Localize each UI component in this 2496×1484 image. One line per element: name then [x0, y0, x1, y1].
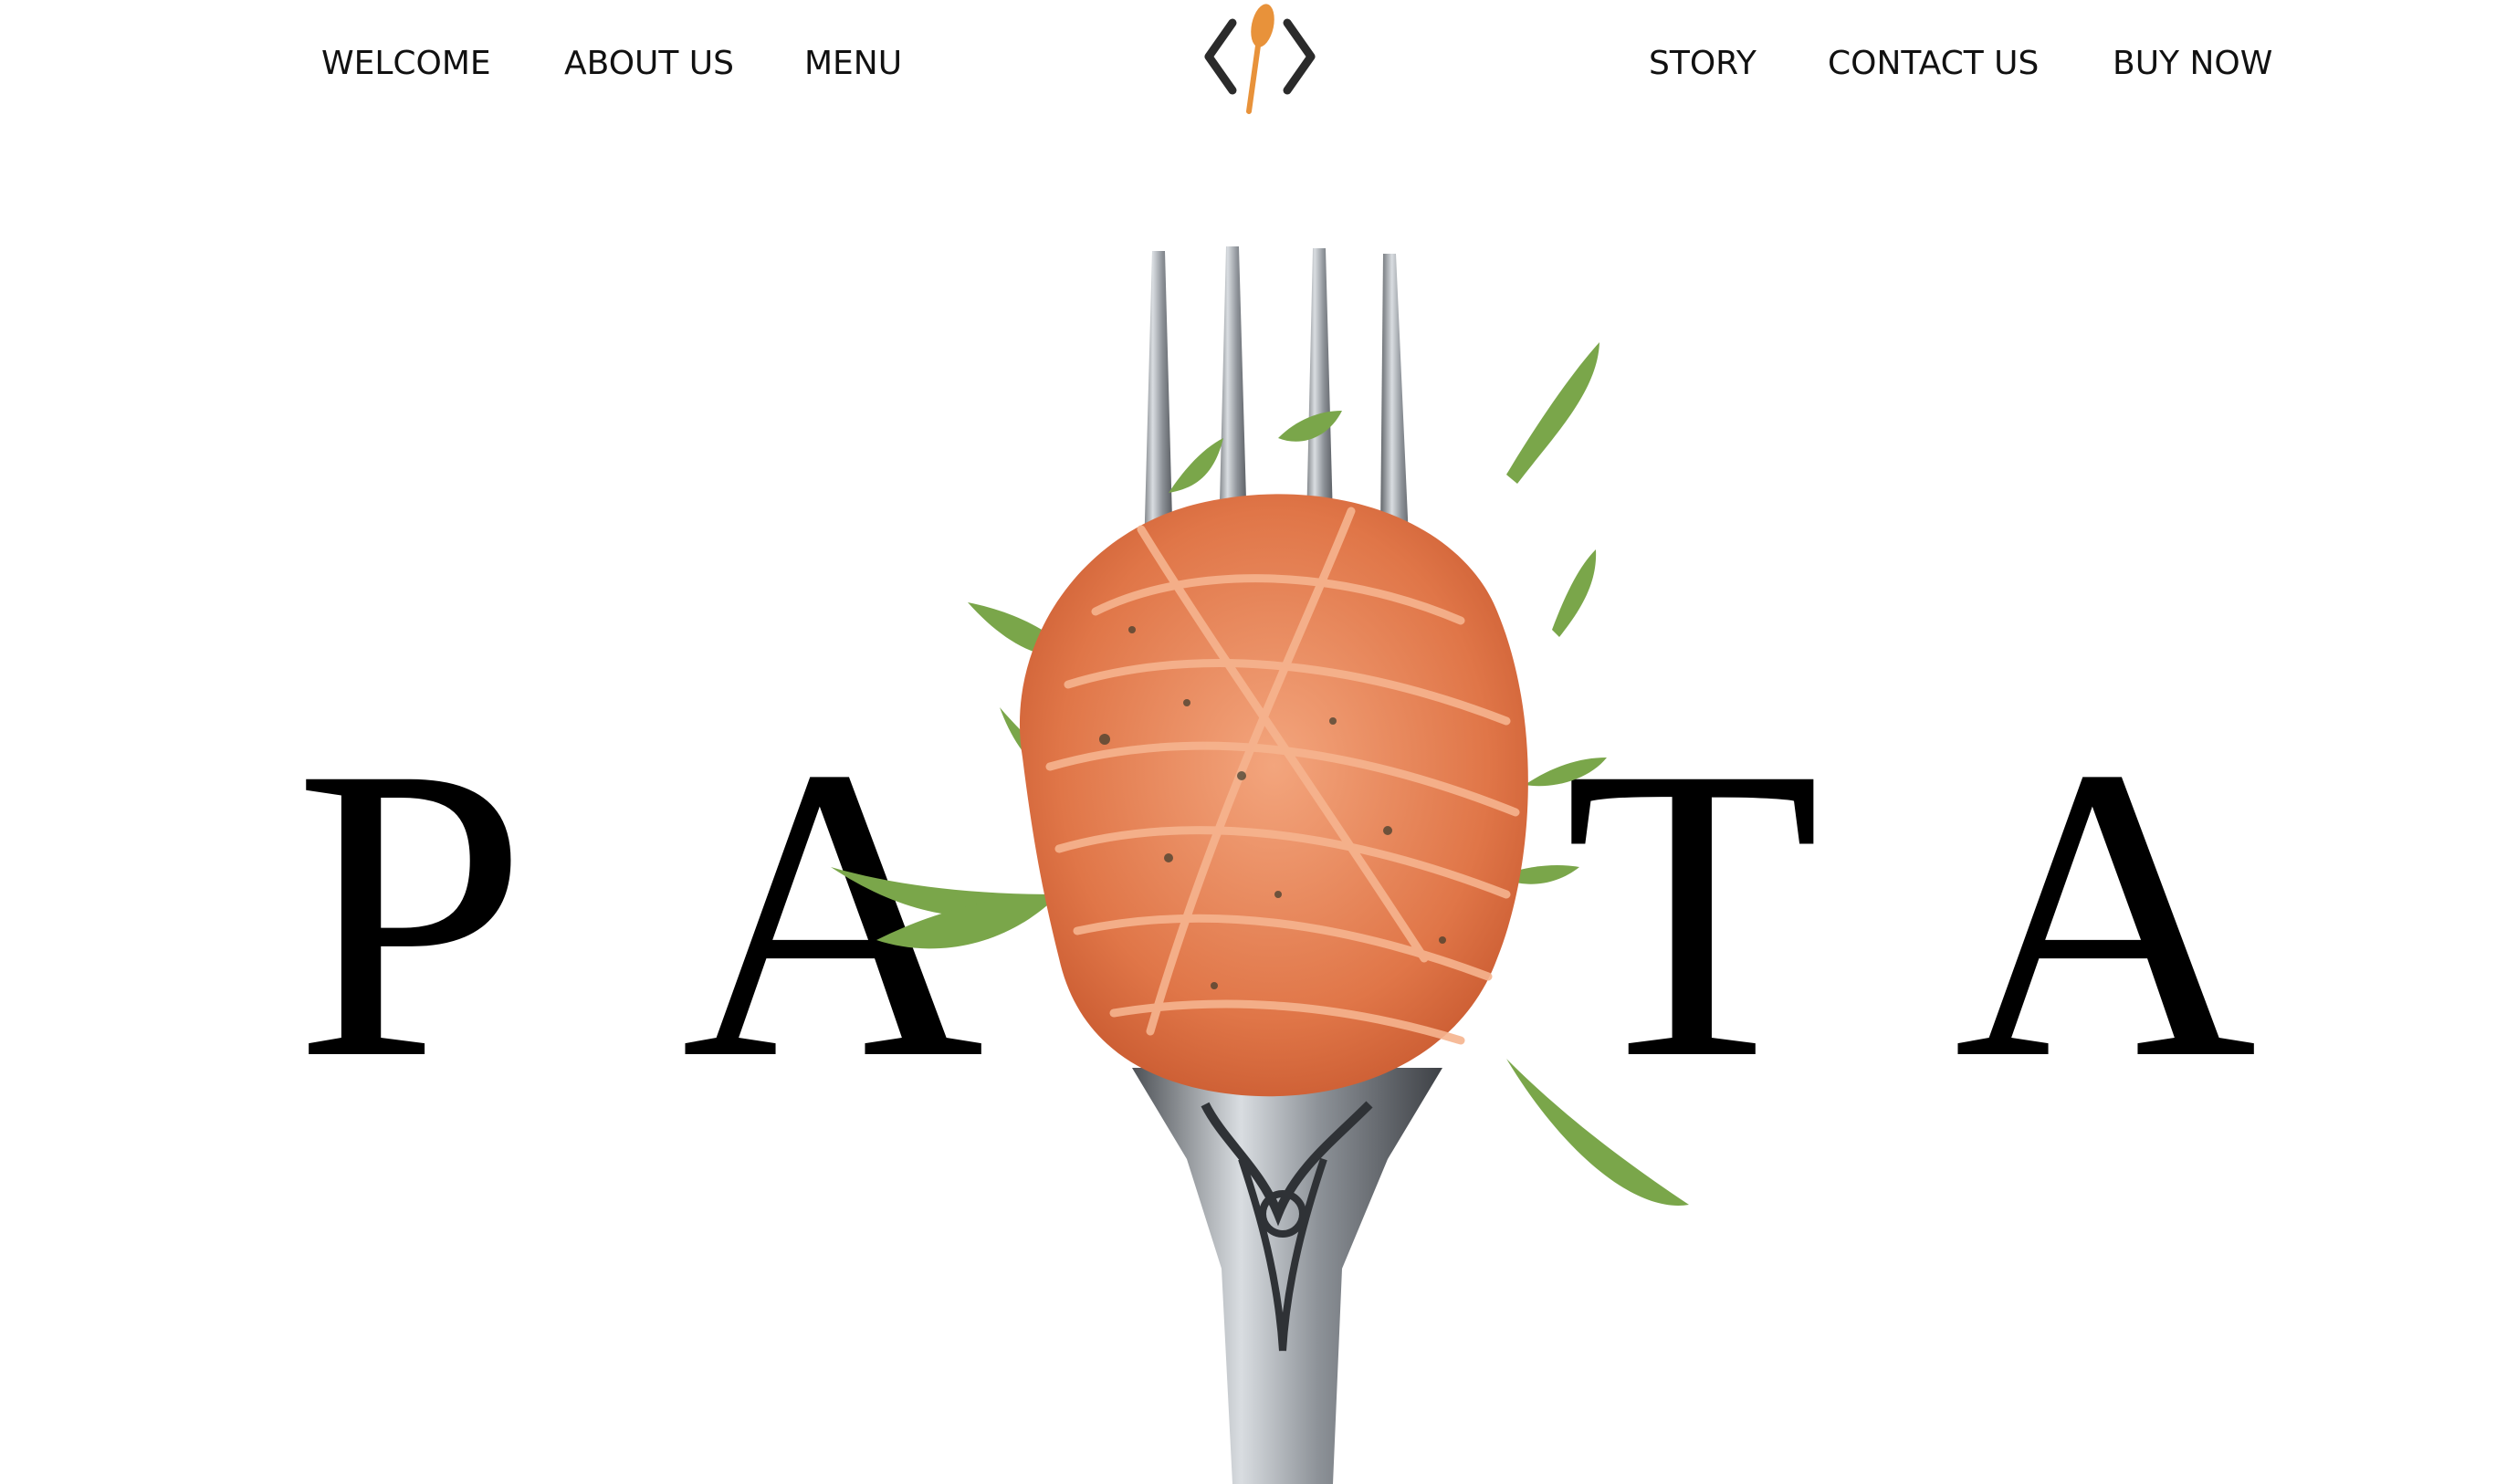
site-logo[interactable]	[1196, 0, 1324, 119]
nav-link-about-us[interactable]: ABOUT US	[564, 42, 734, 86]
nav-link-story[interactable]: STORY	[1649, 42, 1757, 86]
nav-link-contact-us[interactable]: CONTACT US	[1828, 42, 2039, 86]
spaghetti-swirl	[1019, 494, 1528, 1097]
hero-section: P A T A	[0, 137, 2496, 1484]
nav-link-menu[interactable]: MENU	[804, 42, 902, 86]
code-brackets-spoon-logo-icon	[1204, 4, 1316, 114]
fork-handle	[1132, 1068, 1442, 1484]
nav-link-welcome[interactable]: WELCOME	[321, 42, 491, 86]
nav-link-buy-now[interactable]: BUY NOW	[2113, 42, 2272, 86]
fork-with-spaghetti-image	[831, 246, 1689, 1484]
top-navigation: WELCOME ABOUT US MENU STORY CONTACT US B…	[0, 0, 2496, 137]
